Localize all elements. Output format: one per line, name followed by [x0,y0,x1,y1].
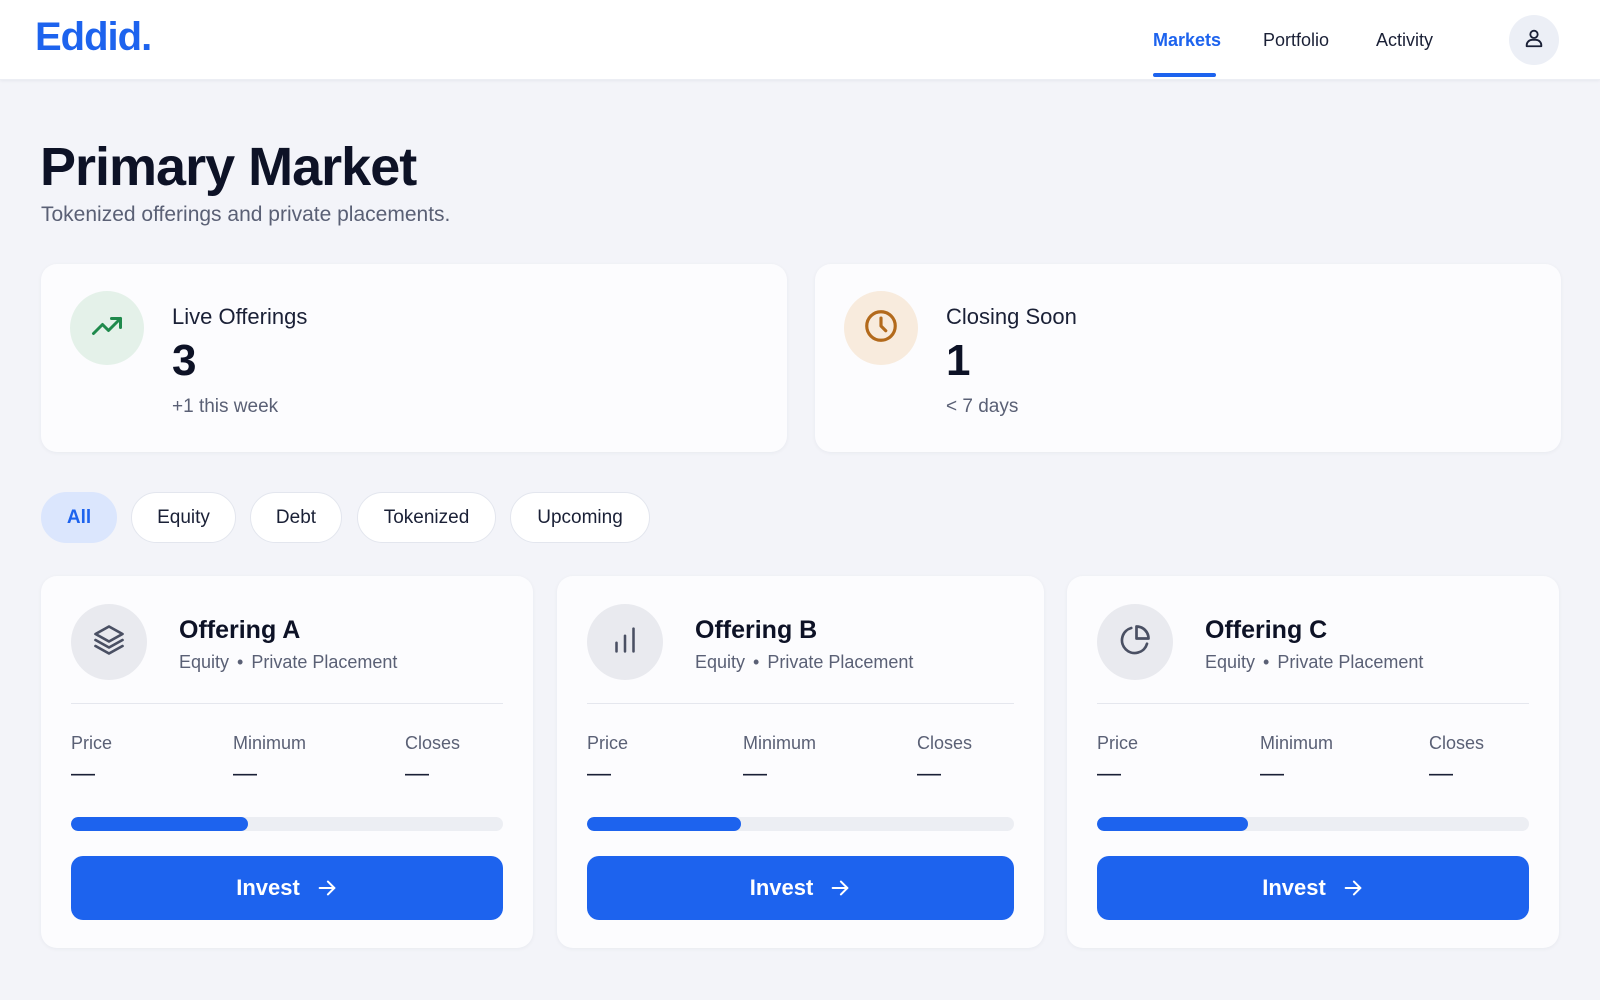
arrow-right-icon [829,877,851,899]
funding-progress-fill [587,817,741,831]
bar-chart-icon [608,623,642,662]
price-label: Price [71,733,113,753]
trending-up-icon [89,308,125,349]
offering-icon-wrap [71,604,147,680]
stat-value: 1 [946,336,971,385]
stat-label: Live Offerings [172,304,308,329]
closes-label: Closes [405,733,461,753]
closes-value: — [1429,760,1453,787]
minimum-label: Minimum [743,733,817,753]
nav-portfolio[interactable]: Portfolio [1263,30,1329,51]
offering-card: Offering C Equity • Private Placement Pric… [1067,576,1559,948]
stat-note: < 7 days [946,396,1019,417]
stat-note: +1 this week [172,396,279,417]
closes-label: Closes [1429,733,1485,753]
offering-meta: Equity • Private Placement [695,652,913,673]
funding-progress-fill [1097,817,1249,831]
invest-button[interactable]: Invest [587,856,1014,920]
offering-category: Private Placement [251,652,398,672]
filter-chip-equity[interactable]: Equity [131,492,236,543]
funding-progress-fill [71,817,249,831]
offering-category: Private Placement [1277,652,1424,672]
nav-activity[interactable]: Activity [1376,30,1433,51]
stat-card-live-offerings: Live Offerings 3 +1 this week [41,264,787,452]
offering-card: Offering A Equity • Private Placement Pric… [41,576,533,948]
filter-chip-tokenized[interactable]: Tokenized [357,492,496,543]
minimum-label: Minimum [1260,733,1334,753]
funding-progress-bar [71,817,503,831]
minimum-value: — [1260,760,1284,787]
offering-meta: Equity • Private Placement [1205,652,1423,673]
minimum-label: Minimum [233,733,307,753]
closes-value: — [405,760,429,787]
filter-chip-debt[interactable]: Debt [250,492,342,543]
price-label: Price [587,733,629,753]
clock-icon [862,307,900,350]
invest-button-label: Invest [749,875,814,900]
page-subtitle: Tokenized offerings and private placemen… [41,203,451,226]
price-value: — [71,760,95,787]
offering-name: Offering C [1205,616,1328,644]
arrow-right-icon [316,877,338,899]
funding-progress-bar [587,817,1014,831]
offering-meta: Equity • Private Placement [179,652,397,673]
stat-label: Closing Soon [946,304,1077,329]
closes-label: Closes [917,733,973,753]
separator-dot: • [237,652,244,672]
offering-card: Offering B Equity • Private Placement Pric… [557,576,1044,948]
pie-chart-icon [1117,622,1153,663]
offering-type: Equity [695,652,746,672]
user-icon [1523,27,1545,54]
offering-name: Offering B [695,616,818,644]
minimum-value: — [743,760,767,787]
invest-button-label: Invest [1262,875,1326,900]
closes-value: — [917,760,941,787]
top-navigation-bar: Eddid. Markets Portfolio Activity [0,0,1600,80]
price-value: — [1097,760,1121,787]
invest-button[interactable]: Invest [71,856,503,920]
active-nav-indicator [1153,73,1216,77]
offering-type: Equity [179,652,230,672]
arrow-right-icon [1342,877,1364,899]
minimum-value: — [233,760,257,787]
separator-dot: • [753,652,760,672]
stat-icon-wrap [70,291,144,365]
divider [587,703,1014,704]
layers-icon [91,622,127,663]
profile-button[interactable] [1509,15,1559,65]
brand-logo[interactable]: Eddid. [35,15,152,60]
price-value: — [587,760,611,787]
offering-icon-wrap [1097,604,1173,680]
divider [1097,703,1529,704]
filter-chip-upcoming[interactable]: Upcoming [510,492,650,543]
offering-icon-wrap [587,604,663,680]
filter-chip-all[interactable]: All [41,492,117,543]
invest-button[interactable]: Invest [1097,856,1529,920]
price-label: Price [1097,733,1139,753]
page-title: Primary Market [40,137,417,197]
stat-icon-wrap [844,291,918,365]
stat-card-closing-soon: Closing Soon 1 < 7 days [815,264,1561,452]
offering-type: Equity [1205,652,1256,672]
funding-progress-bar [1097,817,1529,831]
stat-value: 3 [172,336,197,385]
offering-name: Offering A [179,616,301,644]
separator-dot: • [1263,652,1270,672]
invest-button-label: Invest [236,875,300,900]
offering-category: Private Placement [767,652,914,672]
nav-markets[interactable]: Markets [1153,30,1221,51]
divider [71,703,503,704]
